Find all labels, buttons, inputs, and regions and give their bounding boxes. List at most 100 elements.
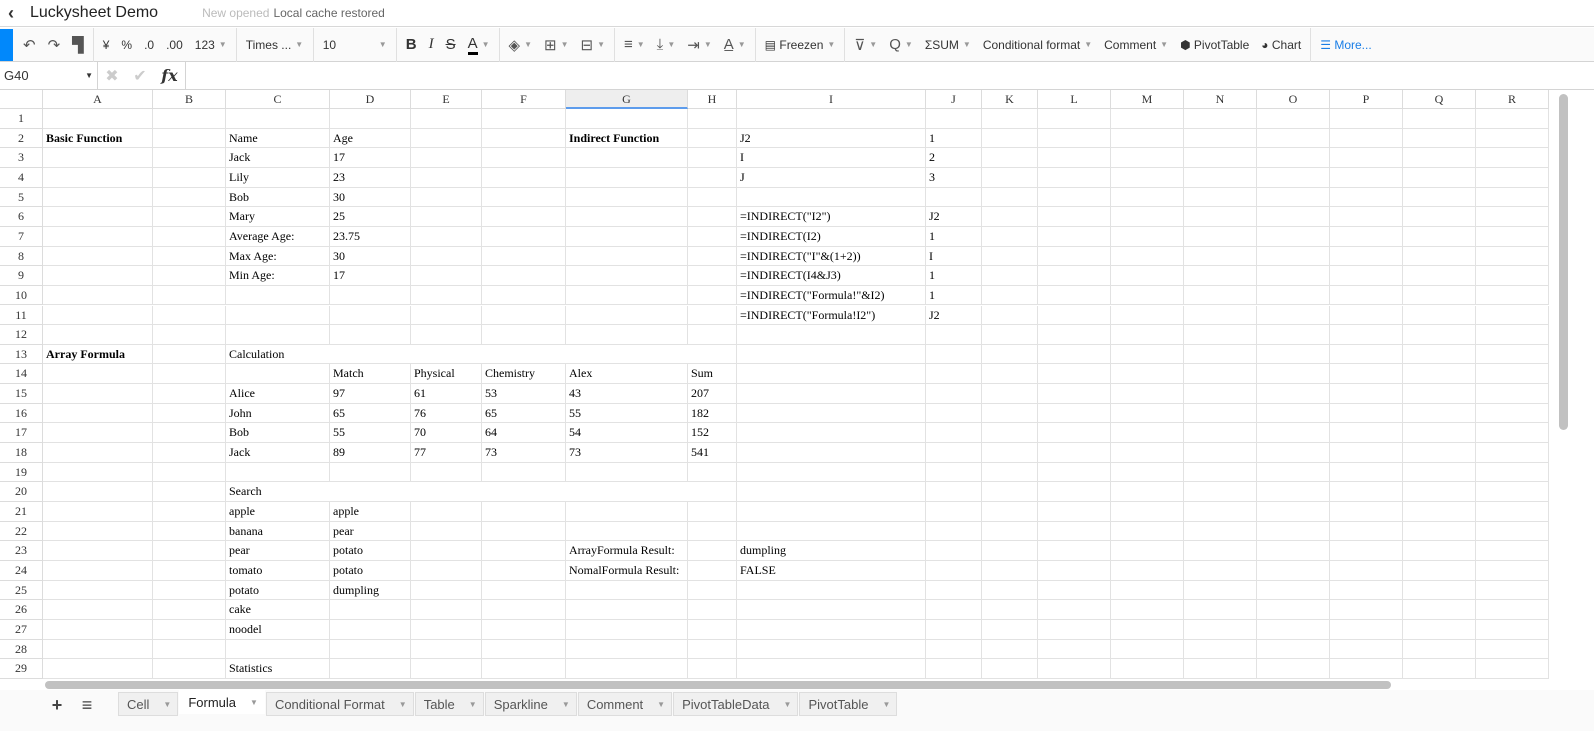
cell-P2[interactable] bbox=[1330, 128, 1403, 149]
cell-B10[interactable] bbox=[153, 285, 226, 306]
row-header[interactable]: 21 bbox=[0, 502, 43, 522]
cell-F19[interactable] bbox=[482, 462, 566, 483]
cell-J4[interactable]: 3 bbox=[926, 167, 982, 188]
cell-K24[interactable] bbox=[982, 560, 1038, 581]
cell-H5[interactable] bbox=[688, 187, 737, 208]
cell-N11[interactable] bbox=[1184, 305, 1257, 326]
cancel-icon[interactable]: ✖ bbox=[105, 66, 118, 86]
cell-H10[interactable] bbox=[688, 285, 737, 306]
sheet-tab[interactable]: PivotTableData ▼ bbox=[673, 692, 799, 716]
cell-H25[interactable] bbox=[688, 580, 737, 601]
cell-H22[interactable] bbox=[688, 521, 737, 542]
cell-C11[interactable] bbox=[226, 305, 330, 326]
cell-E10[interactable] bbox=[411, 285, 482, 306]
cell-E5[interactable] bbox=[411, 187, 482, 208]
cell-J17[interactable] bbox=[926, 423, 982, 444]
add-sheet-icon[interactable]: + bbox=[42, 695, 72, 716]
percent-button[interactable]: % bbox=[115, 28, 138, 61]
sheet-tab[interactable]: Comment ▼ bbox=[577, 692, 673, 716]
cell-E21[interactable] bbox=[411, 502, 482, 522]
cell-Q4[interactable] bbox=[1403, 167, 1476, 188]
cell-M26[interactable] bbox=[1111, 600, 1184, 620]
cell-G8[interactable] bbox=[566, 246, 688, 267]
cell-R6[interactable] bbox=[1476, 207, 1549, 227]
find-button[interactable]: Q ▼ bbox=[883, 28, 919, 61]
cell-M28[interactable] bbox=[1111, 639, 1184, 660]
cell-D15[interactable]: 97 bbox=[330, 384, 411, 404]
cell-F29[interactable] bbox=[482, 659, 566, 679]
row-header[interactable]: 19 bbox=[0, 462, 43, 483]
cell-N28[interactable] bbox=[1184, 639, 1257, 660]
cell-B20[interactable] bbox=[153, 482, 226, 502]
bold-button[interactable]: B bbox=[400, 28, 423, 61]
cell-G9[interactable] bbox=[566, 266, 688, 286]
cell-J29[interactable] bbox=[926, 659, 982, 679]
cell-I7[interactable]: =INDIRECT(I2) bbox=[737, 226, 926, 247]
cell-N16[interactable] bbox=[1184, 403, 1257, 424]
cell-A12[interactable] bbox=[43, 325, 153, 345]
cell-A29[interactable] bbox=[43, 659, 153, 679]
cell-R8[interactable] bbox=[1476, 246, 1549, 267]
cell-A19[interactable] bbox=[43, 462, 153, 483]
cell-J15[interactable] bbox=[926, 384, 982, 404]
cell-K7[interactable] bbox=[982, 226, 1038, 247]
cell-N18[interactable] bbox=[1184, 443, 1257, 463]
cell-H17[interactable]: 152 bbox=[688, 423, 737, 444]
cell-I28[interactable] bbox=[737, 639, 926, 660]
cell-D9[interactable]: 17 bbox=[330, 266, 411, 286]
cell-M11[interactable] bbox=[1111, 305, 1184, 326]
number-format-dropdown[interactable]: 123 ▼ bbox=[189, 28, 233, 61]
cell-E28[interactable] bbox=[411, 639, 482, 660]
cell-Q13[interactable] bbox=[1403, 344, 1476, 365]
cell-N26[interactable] bbox=[1184, 600, 1257, 620]
cell-A13[interactable]: Array Formula bbox=[43, 344, 153, 365]
cell-G21[interactable] bbox=[566, 502, 688, 522]
cell-D3[interactable]: 17 bbox=[330, 148, 411, 168]
cell-K2[interactable] bbox=[982, 128, 1038, 149]
cell-Q3[interactable] bbox=[1403, 148, 1476, 168]
conditional-format-button[interactable]: Conditional format ▼ bbox=[977, 28, 1098, 61]
sheet-tab[interactable]: Cell ▼ bbox=[118, 692, 179, 716]
cell-B13[interactable] bbox=[153, 344, 226, 365]
cell-K28[interactable] bbox=[982, 639, 1038, 660]
cell-B9[interactable] bbox=[153, 266, 226, 286]
cell-M16[interactable] bbox=[1111, 403, 1184, 424]
cell-E12[interactable] bbox=[411, 325, 482, 345]
cell-F16[interactable]: 65 bbox=[482, 403, 566, 424]
column-header[interactable]: D bbox=[330, 90, 411, 109]
cell-C1[interactable] bbox=[226, 109, 330, 129]
cell-M20[interactable] bbox=[1111, 482, 1184, 502]
cell-B1[interactable] bbox=[153, 109, 226, 129]
cell-G4[interactable] bbox=[566, 167, 688, 188]
cell-J20[interactable] bbox=[926, 482, 982, 502]
cell-J3[interactable]: 2 bbox=[926, 148, 982, 168]
cell-F7[interactable] bbox=[482, 226, 566, 247]
cell-E4[interactable] bbox=[411, 167, 482, 188]
cell-G3[interactable] bbox=[566, 148, 688, 168]
cell-O4[interactable] bbox=[1257, 167, 1330, 188]
cell-L8[interactable] bbox=[1038, 246, 1111, 267]
cell-K6[interactable] bbox=[982, 207, 1038, 227]
row-header[interactable]: 28 bbox=[0, 639, 43, 660]
cell-N7[interactable] bbox=[1184, 226, 1257, 247]
cell-P29[interactable] bbox=[1330, 659, 1403, 679]
cell-K12[interactable] bbox=[982, 325, 1038, 345]
cell-C12[interactable] bbox=[226, 325, 330, 345]
cell-P11[interactable] bbox=[1330, 305, 1403, 326]
row-header[interactable]: 6 bbox=[0, 207, 43, 227]
cell-K29[interactable] bbox=[982, 659, 1038, 679]
cell-L4[interactable] bbox=[1038, 167, 1111, 188]
cell-B8[interactable] bbox=[153, 246, 226, 267]
redo-button[interactable]: ↷ bbox=[42, 28, 67, 61]
cell-R4[interactable] bbox=[1476, 167, 1549, 188]
cell-O24[interactable] bbox=[1257, 560, 1330, 581]
cell-F11[interactable] bbox=[482, 305, 566, 326]
format-painter-button[interactable]: ▜ bbox=[66, 28, 90, 61]
cell-R28[interactable] bbox=[1476, 639, 1549, 660]
cell-P1[interactable] bbox=[1330, 109, 1403, 129]
cell-E17[interactable]: 70 bbox=[411, 423, 482, 444]
cell-A25[interactable] bbox=[43, 580, 153, 601]
column-header[interactable]: K bbox=[982, 90, 1038, 109]
cell-O28[interactable] bbox=[1257, 639, 1330, 660]
cell-C19[interactable] bbox=[226, 462, 330, 483]
